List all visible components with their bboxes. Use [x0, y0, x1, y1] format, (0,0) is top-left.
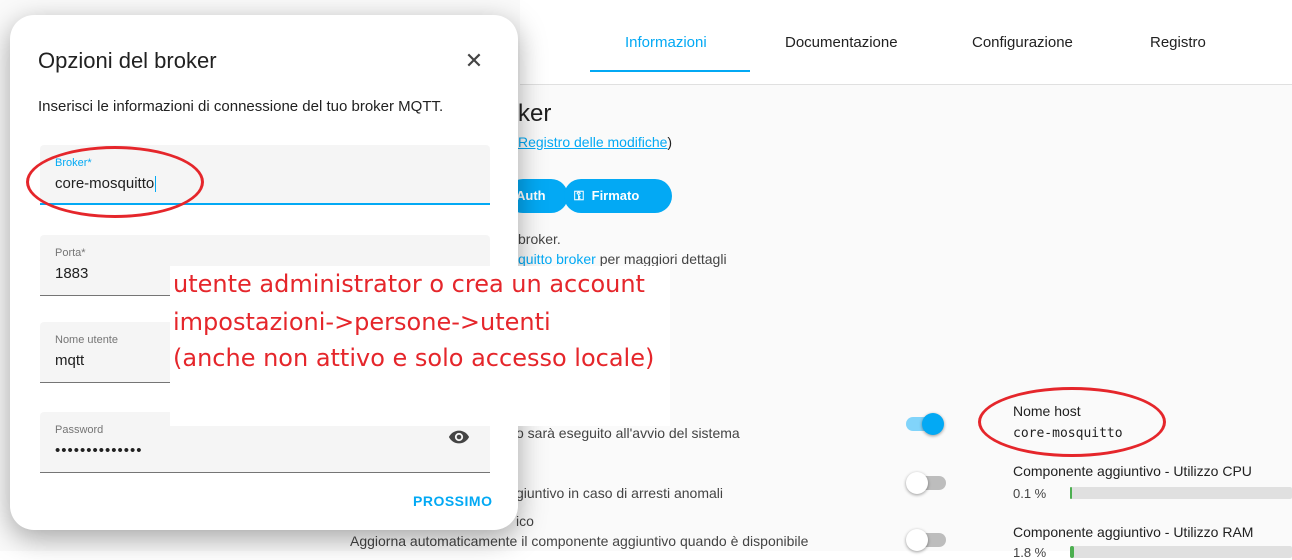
mosquitto-broker-link[interactable]: quitto broker: [518, 251, 596, 267]
ram-usage-fill: [1070, 546, 1074, 558]
option-auto-update-text: Aggiorna automaticamente il componente a…: [350, 533, 809, 549]
signed-badge[interactable]: ⚿ Firmato: [564, 179, 672, 213]
start-on-boot-toggle[interactable]: [906, 413, 944, 435]
ram-usage-bar: [1070, 546, 1292, 558]
changelog-suffix: ): [667, 134, 673, 150]
addon-title: ker: [518, 100, 552, 127]
key-icon: ⚿: [574, 188, 584, 203]
annotation-line-2: impostazioni->persone->utenti: [173, 308, 551, 336]
changelog-link[interactable]: Registro delle modifiche: [518, 134, 667, 150]
toggle-knob: [906, 529, 928, 551]
cpu-usage-value: 0.1 %: [1013, 486, 1047, 501]
watchdog-toggle[interactable]: [906, 472, 946, 494]
option-auto-update-title: ico: [516, 513, 534, 529]
auto-update-toggle[interactable]: [906, 529, 946, 551]
addon-description-line1: broker.: [518, 231, 561, 247]
next-button[interactable]: PROSSIMO: [413, 493, 492, 509]
cpu-usage-fill: [1070, 487, 1072, 499]
option-watchdog-text: giuntivo in caso di arresti anomali: [516, 485, 723, 501]
description-suffix: per maggiori dettagli: [595, 251, 727, 267]
addon-description-line2: quitto broker per maggiori dettagli: [518, 251, 727, 267]
cpu-usage-label: Componente aggiuntivo - Utilizzo CPU: [1013, 463, 1252, 479]
password-field-value: ••••••••••••••: [55, 442, 143, 459]
annotation-line-3: (anche non attivo e solo accesso locale): [173, 344, 655, 372]
auth-badge-label: Auth: [516, 188, 546, 203]
dialog-description: Inserisci le informazioni di connessione…: [38, 98, 444, 115]
hostname-highlight-circle: [978, 387, 1166, 457]
username-field-value: mqtt: [55, 352, 85, 369]
toggle-knob: [906, 472, 928, 494]
annotation-line-1: utente administrator o crea un account: [173, 270, 645, 298]
tab-registro[interactable]: Registro: [1150, 34, 1206, 51]
dialog-title: Opzioni del broker: [38, 48, 217, 73]
show-password-eye-icon[interactable]: [448, 426, 470, 448]
close-icon[interactable]: ✕: [458, 45, 490, 77]
broker-highlight-circle: [26, 146, 204, 218]
tab-documentazione[interactable]: Documentazione: [785, 34, 898, 51]
cpu-usage-bar: [1070, 487, 1292, 499]
ram-usage-value: 1.8 %: [1013, 545, 1047, 560]
signed-badge-label: Firmato: [591, 188, 640, 203]
tab-informazioni[interactable]: Informazioni: [625, 34, 707, 51]
username-field-label: Nome utente: [55, 334, 118, 346]
port-field-value: 1883: [55, 265, 89, 282]
annotation-box: utente administrator o crea un account i…: [170, 266, 670, 426]
option-start-on-boot-text: o sarà eseguito all'avvio del sistema: [516, 425, 740, 441]
active-tab-indicator: [590, 70, 750, 72]
ram-usage-label: Componente aggiuntivo - Utilizzo RAM: [1013, 524, 1254, 540]
port-field-label: Porta*: [55, 247, 86, 259]
toggle-knob: [922, 413, 944, 435]
password-field-label: Password: [55, 424, 104, 436]
changelog: Registro delle modifiche): [518, 134, 672, 150]
tab-configurazione[interactable]: Configurazione: [972, 34, 1073, 51]
